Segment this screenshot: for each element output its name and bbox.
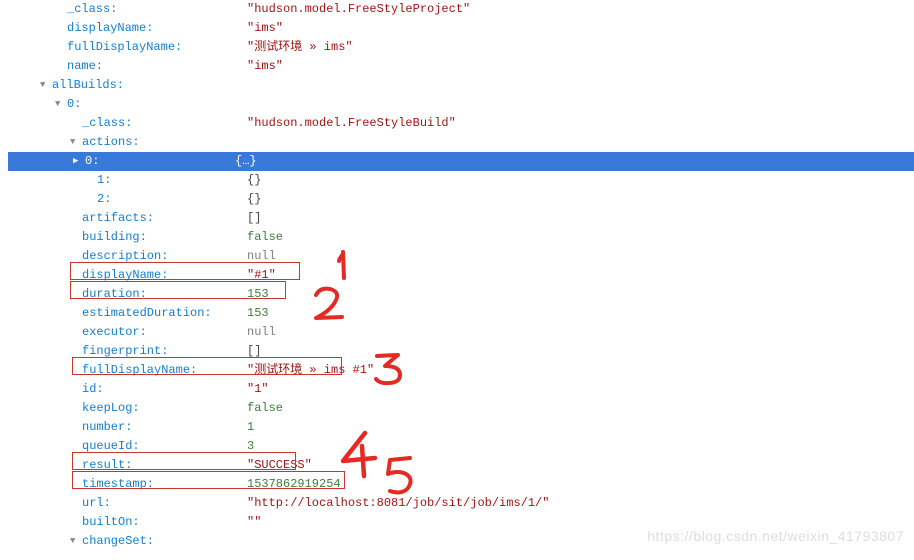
json-row[interactable]: displayName:"ims" [20,19,914,38]
json-row[interactable]: fingerprint:[] [20,342,914,361]
json-row[interactable]: artifacts:[] [20,209,914,228]
chevron-down-icon[interactable]: ▼ [70,532,80,551]
json-row[interactable]: number:1 [20,418,914,437]
chevron-down-icon[interactable]: ▼ [55,95,65,114]
json-key: 0: [67,95,247,114]
json-key: result: [82,456,247,475]
json-value: 1537862919254 [247,475,341,494]
json-row[interactable]: _class:"hudson.model.FreeStyleBuild" [20,114,914,133]
json-key: executor: [82,323,247,342]
json-row[interactable]: keepLog:false [20,399,914,418]
watermark-text: https://blog.csdn.net/weixin_41793807 [647,527,904,546]
json-value: {…} [235,152,257,171]
json-value: 153 [247,285,269,304]
json-key: fullDisplayName: [67,38,247,57]
json-row[interactable]: ▼allBuilds: [20,76,914,95]
json-key: _class: [67,0,247,19]
json-row[interactable]: ▶0:{…} [8,152,914,171]
json-row[interactable]: 1:{} [20,171,914,190]
json-value: null [247,247,276,266]
json-row[interactable]: timestamp:1537862919254 [20,475,914,494]
json-value: "hudson.model.FreeStyleProject" [247,0,470,19]
json-value: "hudson.model.FreeStyleBuild" [247,114,456,133]
json-row[interactable]: displayName:"#1" [20,266,914,285]
json-value: {} [247,171,261,190]
json-key: displayName: [82,266,247,285]
json-value: "测试环境 » ims" [247,38,353,57]
json-value: null [247,323,276,342]
json-row[interactable]: name:"ims" [20,57,914,76]
json-key: builtOn: [82,513,247,532]
json-value: "#1" [247,266,276,285]
json-key: 2: [97,190,247,209]
json-row[interactable]: estimatedDuration:153 [20,304,914,323]
json-row[interactable]: url:"http://localhost:8081/job/sit/job/i… [20,494,914,513]
chevron-right-icon[interactable]: ▶ [73,152,83,171]
json-value: [] [247,209,261,228]
json-value: {} [247,190,261,209]
json-key: actions: [82,133,247,152]
json-value: 1 [247,418,254,437]
json-row[interactable]: result:"SUCCESS" [20,456,914,475]
json-key: timestamp: [82,475,247,494]
json-value: false [247,399,283,418]
json-row[interactable]: executor:null [20,323,914,342]
json-key: building: [82,228,247,247]
chevron-down-icon[interactable]: ▼ [40,76,50,95]
json-key: 0: [85,152,235,171]
json-key: displayName: [67,19,247,38]
json-row[interactable]: _class:"hudson.model.FreeStyleProject" [20,0,914,19]
json-value: "1" [247,380,269,399]
json-key: 1: [97,171,247,190]
json-key: name: [67,57,247,76]
json-row[interactable]: queueId:3 [20,437,914,456]
json-value: false [247,228,283,247]
json-key: keepLog: [82,399,247,418]
json-value: "ims" [247,19,283,38]
json-value: "" [247,513,261,532]
json-key: allBuilds: [52,76,232,95]
json-key: duration: [82,285,247,304]
json-value: "SUCCESS" [247,456,312,475]
json-key: queueId: [82,437,247,456]
json-value: 153 [247,304,269,323]
chevron-down-icon[interactable]: ▼ [70,133,80,152]
json-key: url: [82,494,247,513]
json-value: "ims" [247,57,283,76]
json-row[interactable]: description:null [20,247,914,266]
json-row[interactable]: duration:153 [20,285,914,304]
json-key: number: [82,418,247,437]
json-key: id: [82,380,247,399]
json-value: 3 [247,437,254,456]
json-key: fullDisplayName: [82,361,247,380]
json-key: artifacts: [82,209,247,228]
json-row[interactable]: id:"1" [20,380,914,399]
json-row[interactable]: ▼0: [20,95,914,114]
json-tree: _class:"hudson.model.FreeStyleProject"di… [0,0,914,551]
json-key: _class: [82,114,247,133]
json-row[interactable]: building:false [20,228,914,247]
json-row[interactable]: ▼actions: [20,133,914,152]
json-row[interactable]: fullDisplayName:"测试环境 » ims #1" [20,361,914,380]
json-value: [] [247,342,261,361]
json-key: description: [82,247,247,266]
json-key: changeSet: [82,532,247,551]
json-row[interactable]: 2:{} [20,190,914,209]
json-value: "http://localhost:8081/job/sit/job/ims/1… [247,494,549,513]
json-key: estimatedDuration: [82,304,247,323]
json-value: "测试环境 » ims #1" [247,361,374,380]
json-key: fingerprint: [82,342,247,361]
json-row[interactable]: fullDisplayName:"测试环境 » ims" [20,38,914,57]
